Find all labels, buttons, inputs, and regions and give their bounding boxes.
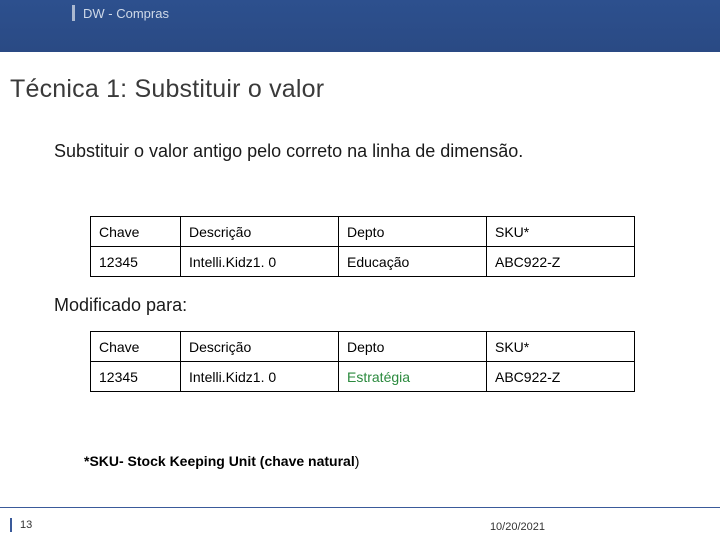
table-row: Chave Descrição Depto SKU* [91,332,635,362]
table-cell: 12345 [91,362,181,392]
footnote-rest: ) [355,453,360,469]
table-header-cell: SKU* [487,332,635,362]
table-row: Chave Descrição Depto SKU* [91,217,635,247]
table-cell: Intelli.Kidz1. 0 [181,247,339,277]
table-cell: 12345 [91,247,181,277]
table-cell: ABC922-Z [487,247,635,277]
table-header-cell: Depto [339,217,487,247]
header-accent-bar [72,5,75,21]
table-header-cell: Descrição [181,332,339,362]
table-row: 12345 Intelli.Kidz1. 0 Educação ABC922-Z [91,247,635,277]
footer-divider [0,507,720,508]
page-number: 13 [20,519,32,531]
table-header-cell: SKU* [487,217,635,247]
table-after: Chave Descrição Depto SKU* 12345 Intelli… [90,331,635,392]
slide-subtitle: Substituir o valor antigo pelo correto n… [54,140,654,163]
table-cell: ABC922-Z [487,362,635,392]
footnote: *SKU- Stock Keeping Unit (chave natural) [84,453,359,469]
footer-date: 10/20/2021 [490,521,545,533]
table-row: 12345 Intelli.Kidz1. 0 Estratégia ABC922… [91,362,635,392]
footnote-bold: *SKU- Stock Keeping Unit (chave natural [84,453,355,469]
table-header-cell: Depto [339,332,487,362]
page-number-wrap: 13 [10,516,32,534]
table-header-cell: Chave [91,332,181,362]
table-cell: Intelli.Kidz1. 0 [181,362,339,392]
page-accent-bar [10,518,12,532]
table-header-cell: Descrição [181,217,339,247]
header-bar: DW - Compras [0,0,720,52]
slide-title: Técnica 1: Substituir o valor [10,75,324,104]
table-header-cell: Chave [91,217,181,247]
table-cell: Educação [339,247,487,277]
table-cell-changed: Estratégia [339,362,487,392]
header-title: DW - Compras [83,6,169,21]
table-before: Chave Descrição Depto SKU* 12345 Intelli… [90,216,635,277]
modified-label: Modificado para: [54,295,187,316]
